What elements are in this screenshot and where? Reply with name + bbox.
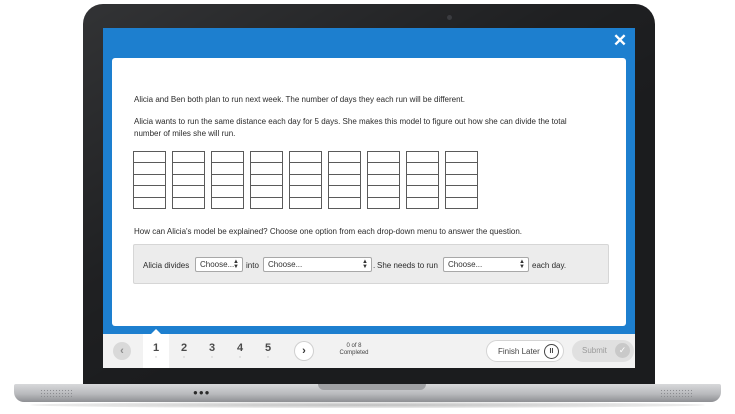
answer-area: Alicia divides Choose... ▲ ▼ into Choose.… — [133, 244, 609, 284]
model-cell — [446, 198, 477, 208]
indicator-dots: ●●● — [193, 388, 211, 397]
question-number-4[interactable]: 4 ○ — [230, 342, 250, 360]
question-navigation: ‹ 1 ○ 2 ○ 3 ○ 4 ○ 5 ○ › 0 of 8 Completed Fini… — [103, 329, 635, 368]
question-prompt: How can Alicia's model be explained? Cho… — [134, 227, 522, 236]
model-cell — [290, 198, 321, 208]
test-screen: ✕ Alicia and Ben both plan to run next w… — [103, 28, 635, 368]
model-cell — [173, 152, 204, 164]
model-cell — [446, 152, 477, 164]
submit-button[interactable]: Submit ✓ — [572, 340, 634, 362]
model-cell — [407, 152, 438, 164]
answer-text-3: She needs to run — [377, 261, 438, 270]
model-block — [445, 151, 478, 209]
webcam — [447, 15, 452, 20]
select-arrows-icon: ▲ ▼ — [362, 259, 368, 270]
model-cell — [134, 163, 165, 175]
model-cell — [329, 198, 360, 208]
answer-text-4: each day. — [532, 261, 567, 270]
model-cell — [290, 175, 321, 187]
model-block — [367, 151, 400, 209]
model-cell — [329, 186, 360, 198]
model-cell — [446, 163, 477, 175]
model-cell — [173, 198, 204, 208]
model-cell — [251, 198, 282, 208]
close-icon[interactable]: ✕ — [612, 32, 628, 49]
select-arrows-icon: ▲ ▼ — [519, 259, 525, 270]
finish-later-button[interactable]: Finish Later II — [486, 340, 564, 362]
model-cell — [368, 152, 399, 164]
model-cell — [212, 163, 243, 175]
model-cell — [446, 186, 477, 198]
model-cell — [212, 175, 243, 187]
progress-status: 0 of 8 Completed — [339, 343, 369, 356]
answer-text-2: into — [246, 261, 259, 270]
model-cell — [134, 152, 165, 164]
question-number-5[interactable]: 5 ○ — [258, 342, 278, 360]
question-number-3[interactable]: 3 ○ — [202, 342, 222, 360]
model-cell — [212, 152, 243, 164]
model-cell — [407, 175, 438, 187]
question-number-1[interactable]: 1 ○ — [146, 342, 166, 360]
dropdown-2[interactable]: Choose... ▲ ▼ — [263, 257, 372, 272]
chevron-right-icon[interactable]: › — [295, 342, 313, 360]
laptop-hinge-notch — [318, 384, 426, 390]
model-cell — [251, 175, 282, 187]
model-cell — [173, 175, 204, 187]
model-block — [172, 151, 205, 209]
model-cell — [251, 163, 282, 175]
model-block — [133, 151, 166, 209]
model-cell — [290, 163, 321, 175]
question-context: Alicia wants to run the same distance ea… — [134, 117, 567, 138]
select-arrows-icon: ▲ ▼ — [233, 259, 239, 270]
model-cell — [329, 175, 360, 187]
model-cell — [407, 163, 438, 175]
answer-text-1: Alicia divides — [143, 261, 190, 270]
model-cell — [134, 198, 165, 208]
model-cell — [368, 163, 399, 175]
division-model — [133, 151, 478, 209]
model-block — [328, 151, 361, 209]
model-block — [250, 151, 283, 209]
question-panel: Alicia and Ben both plan to run next wee… — [112, 58, 626, 326]
model-cell — [251, 152, 282, 164]
model-block — [289, 151, 322, 209]
model-cell — [407, 186, 438, 198]
laptop-mockup: ✕ Alicia and Ben both plan to run next w… — [0, 0, 735, 414]
speaker-grille-left — [40, 389, 72, 397]
answer-separator: . — [373, 261, 376, 270]
pause-icon: II — [544, 344, 559, 359]
model-cell — [446, 175, 477, 187]
model-cell — [290, 152, 321, 164]
model-cell — [368, 175, 399, 187]
chevron-left-icon[interactable]: ‹ — [113, 342, 131, 360]
model-cell — [368, 198, 399, 208]
check-icon: ✓ — [615, 343, 630, 358]
model-cell — [290, 186, 321, 198]
model-cell — [173, 186, 204, 198]
model-cell — [134, 186, 165, 198]
model-cell — [251, 186, 282, 198]
dropdown-3[interactable]: Choose... ▲ ▼ — [443, 257, 529, 272]
model-cell — [134, 175, 165, 187]
model-block — [211, 151, 244, 209]
model-cell — [368, 186, 399, 198]
model-cell — [173, 163, 204, 175]
model-cell — [407, 198, 438, 208]
model-cell — [329, 152, 360, 164]
model-block — [406, 151, 439, 209]
dropdown-1[interactable]: Choose... ▲ ▼ — [195, 257, 243, 272]
model-cell — [329, 163, 360, 175]
model-cell — [212, 186, 243, 198]
model-cell — [212, 198, 243, 208]
question-intro: Alicia and Ben both plan to run next wee… — [134, 95, 466, 104]
speaker-grille-right — [660, 389, 692, 397]
question-number-2[interactable]: 2 ○ — [174, 342, 194, 360]
